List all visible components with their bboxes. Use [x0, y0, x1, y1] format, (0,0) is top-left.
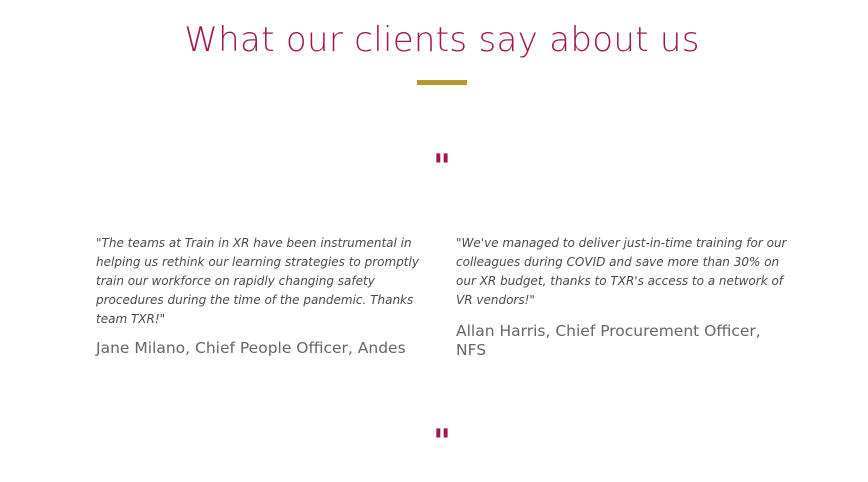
title-underline-divider: [417, 80, 467, 85]
testimonial-author: Allan Harris, Chief Procurement Officer,…: [456, 322, 761, 359]
quote-mark-icon: ": [433, 147, 451, 187]
testimonial-quote: "The teams at Train in XR have been inst…: [96, 236, 419, 326]
testimonial-author: Jane Milano, Chief People Officer, Andes: [96, 339, 406, 357]
testimonial-quote: "We've managed to deliver just-in-time t…: [456, 236, 787, 307]
section-title: What our clients say about us: [184, 20, 700, 60]
quote-mark-icon: ": [433, 422, 451, 462]
testimonial-card: "We've managed to deliver just-in-time t…: [456, 234, 796, 360]
testimonial-card: "The teams at Train in XR have been inst…: [96, 234, 436, 358]
